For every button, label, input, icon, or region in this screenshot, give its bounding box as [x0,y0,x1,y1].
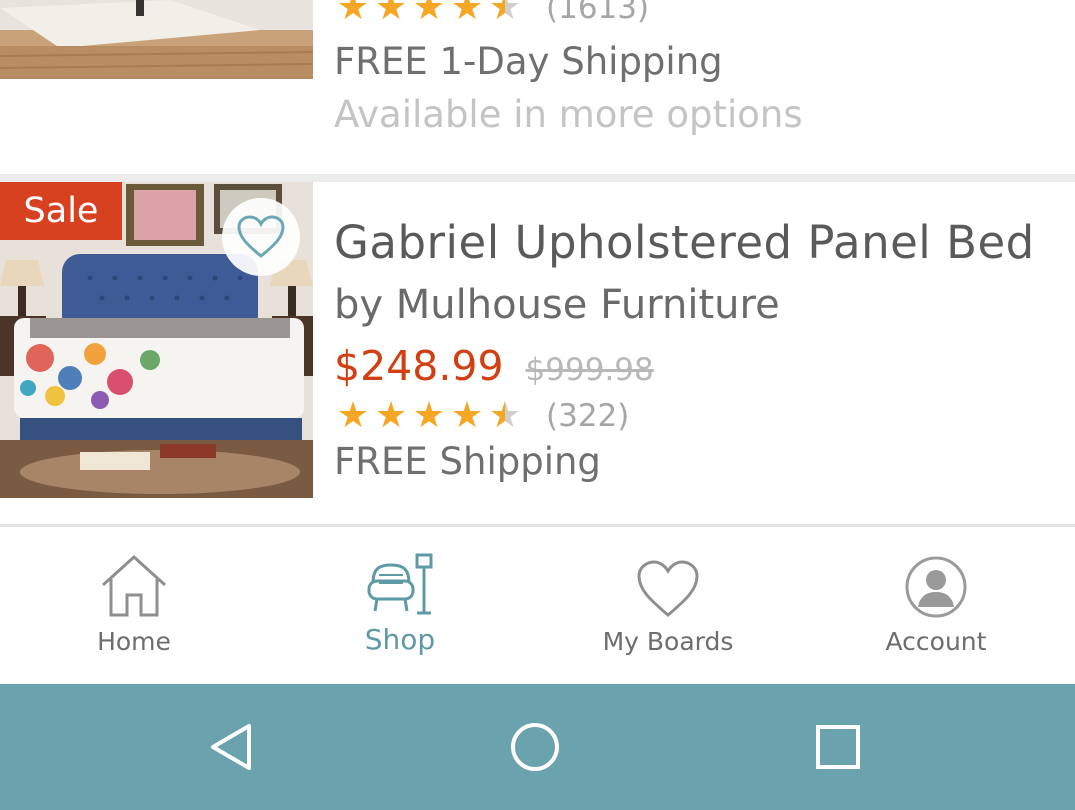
star-icon: ★ [336,395,370,436]
rating-stars: ★ ★ ★ ★ ★ (322) [334,395,1055,436]
product-image[interactable] [0,0,313,79]
review-count: (322) [546,398,630,434]
product-info: ★ ★ ★ ★ ★ (1613) FREE 1-Day Shipping Ava… [334,0,1055,136]
star-icon: ★ [450,0,484,28]
bottom-tab-bar: Home Shop My Boards Account [0,524,1075,684]
home-icon [99,549,169,619]
product-title[interactable]: Gabriel Upholstered Panel Bed [334,216,1055,270]
home-button[interactable] [495,714,575,780]
half-star-icon: ★ [486,0,524,26]
back-icon [211,724,251,770]
heart-icon [636,549,700,619]
favorite-button[interactable] [222,198,300,276]
star-icon: ★ [374,0,408,28]
tab-label: Home [97,627,171,656]
app-screen: ★ ★ ★ ★ ★ (1613) FREE 1-Day Shipping Ava… [0,0,1075,810]
recents-button[interactable] [798,714,878,780]
original-price: $999.98 [525,352,654,388]
tab-label: Shop [364,623,436,656]
tab-home[interactable]: Home [0,527,268,684]
star-icon: ★ [412,0,446,28]
half-star-icon: ★ [486,398,524,434]
product-card[interactable]: ★ ★ ★ ★ ★ (1613) FREE 1-Day Shipping Ava… [0,0,1075,174]
system-nav-bar [0,684,1075,810]
product-brand: by Mulhouse Furniture [334,282,780,328]
tab-account[interactable]: Account [802,527,1070,684]
star-icon: ★ [336,0,370,28]
heart-outline-icon [237,215,285,258]
shipping-label: FREE Shipping [334,440,601,483]
shop-icon [365,549,435,619]
divider [0,174,1075,182]
recents-icon [816,725,860,769]
rating-stars: ★ ★ ★ ★ ★ (1613) [334,0,1055,26]
tab-my-boards[interactable]: My Boards [534,527,802,684]
tab-shop[interactable]: Shop [266,527,534,684]
tab-label: Account [885,627,987,656]
product-card[interactable]: Sale Gabriel Upholstered Panel Bed by Mu… [0,182,1075,524]
review-count: (1613) [546,0,650,26]
product-info: Gabriel Upholstered Panel Bed by Mulhous… [334,216,1055,483]
star-icon: ★ [450,395,484,436]
home-circle-icon [511,723,559,771]
back-button[interactable] [192,714,272,780]
sale-badge: Sale [0,182,122,240]
star-icon: ★ [412,395,446,436]
star-icon: ★ [374,395,408,436]
more-options-label: Available in more options [334,93,803,136]
shipping-label: FREE 1-Day Shipping [334,40,723,83]
tab-label: My Boards [602,627,734,656]
account-icon [904,549,968,619]
price-row: $248.99 $999.98 [334,342,1055,390]
sale-price: $248.99 [334,342,504,390]
product-image[interactable]: Sale [0,182,313,498]
product-list[interactable]: ★ ★ ★ ★ ★ (1613) FREE 1-Day Shipping Ava… [0,0,1075,524]
